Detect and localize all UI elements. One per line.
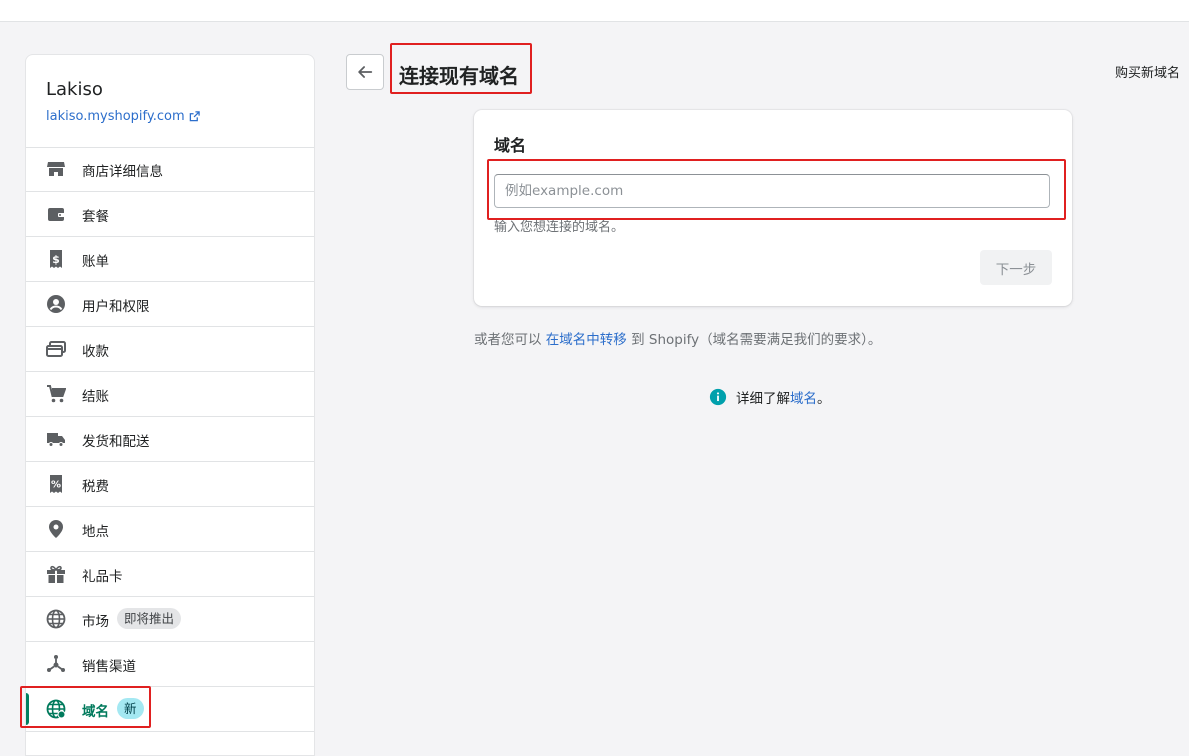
- globe-icon: [46, 609, 66, 629]
- sidebar-item-label: 发货和配送: [82, 434, 150, 450]
- learn-more: 详细了解域名。: [709, 387, 831, 407]
- domain-input[interactable]: [494, 174, 1050, 208]
- transfer-text: 或者您可以 在域名中转移 到 Shopify（域名需要满足我们的要求）。: [474, 328, 881, 348]
- sidebar-item-billing[interactable]: $ 账单: [26, 237, 314, 282]
- sidebar-item-label: 用户和权限: [82, 299, 150, 315]
- location-icon: [46, 519, 66, 539]
- help-text: 输入您想连接的域名。: [494, 220, 625, 235]
- sidebar-item-sales-channels[interactable]: 销售渠道: [26, 642, 314, 687]
- info-icon: [709, 388, 727, 406]
- top-bar: [0, 0, 1189, 22]
- store-header: Lakiso lakiso.myshopify.com: [26, 55, 314, 148]
- sidebar-item-label: 套餐: [82, 209, 109, 225]
- tax-icon: %: [46, 474, 66, 494]
- sidebar-item-label: 销售渠道: [82, 659, 136, 675]
- sidebar-item-label: 礼品卡: [82, 569, 123, 585]
- settings-nav: 商店详细信息 套餐 $ 账单 用户和权限 收款 结账 发货和配送 % 税费 地点…: [26, 147, 314, 732]
- settings-sidebar: Lakiso lakiso.myshopify.com 商店详细信息 套餐 $ …: [25, 54, 315, 756]
- new-badge: 新: [117, 698, 144, 719]
- learn-domains-link[interactable]: 域名: [790, 391, 817, 407]
- svg-text:$: $: [52, 253, 60, 266]
- next-button[interactable]: 下一步: [980, 250, 1052, 285]
- bill-icon: $: [46, 249, 66, 269]
- transfer-domain-link[interactable]: 在域名中转移: [546, 332, 627, 348]
- user-icon: [46, 294, 66, 314]
- cart-icon: [46, 384, 66, 404]
- sidebar-item-gift-cards[interactable]: 礼品卡: [26, 552, 314, 597]
- sidebar-item-label: 市场: [82, 614, 109, 630]
- store-name: Lakiso: [46, 79, 103, 100]
- learn-prefix: 详细了解: [736, 391, 790, 407]
- transfer-suffix: 到 Shopify（域名需要满足我们的要求）。: [631, 332, 882, 348]
- store-url-text: lakiso.myshopify.com: [46, 109, 185, 124]
- sidebar-item-shipping[interactable]: 发货和配送: [26, 417, 314, 462]
- svg-text:%: %: [51, 480, 61, 491]
- sidebar-item-payments[interactable]: 收款: [26, 327, 314, 372]
- page-title: 连接现有域名: [399, 64, 519, 88]
- store-icon: [46, 159, 66, 179]
- sidebar-item-domains[interactable]: 域名 新: [26, 687, 314, 732]
- channels-icon: [46, 654, 66, 674]
- sidebar-item-label: 收款: [82, 344, 109, 360]
- domain-globe-icon: [46, 699, 66, 719]
- domain-card: 域名 输入您想连接的域名。 下一步: [474, 110, 1072, 306]
- sidebar-item-label: 税费: [82, 479, 109, 495]
- sidebar-item-label: 账单: [82, 254, 109, 270]
- wallet-icon: [46, 204, 66, 224]
- sidebar-item-label: 地点: [82, 524, 109, 540]
- payment-icon: [46, 339, 66, 359]
- buy-new-domain-link[interactable]: 购买新域名: [1115, 62, 1180, 81]
- coming-soon-badge: 即将推出: [117, 608, 182, 629]
- transfer-prefix: 或者您可以: [474, 332, 542, 348]
- learn-suffix: 。: [817, 391, 831, 407]
- sidebar-item-plan[interactable]: 套餐: [26, 192, 314, 237]
- sidebar-item-store-details[interactable]: 商店详细信息: [26, 147, 314, 192]
- active-indicator: [26, 693, 29, 725]
- sidebar-item-label: 商店详细信息: [82, 164, 163, 180]
- sidebar-item-users[interactable]: 用户和权限: [26, 282, 314, 327]
- external-link-icon: [189, 111, 200, 122]
- sidebar-item-locations[interactable]: 地点: [26, 507, 314, 552]
- sidebar-item-markets[interactable]: 市场 即将推出: [26, 597, 314, 642]
- sidebar-item-label: 域名: [82, 704, 109, 720]
- truck-icon: [46, 429, 66, 449]
- back-button[interactable]: [346, 54, 384, 90]
- sidebar-item-checkout[interactable]: 结账: [26, 372, 314, 417]
- sidebar-item-taxes[interactable]: % 税费: [26, 462, 314, 507]
- gift-icon: [46, 564, 66, 584]
- store-url-link[interactable]: lakiso.myshopify.com: [46, 109, 200, 124]
- card-title: 域名: [494, 136, 527, 155]
- sidebar-item-label: 结账: [82, 389, 109, 405]
- arrow-left-icon: [358, 66, 373, 78]
- learn-more-text: 详细了解域名。: [736, 387, 831, 407]
